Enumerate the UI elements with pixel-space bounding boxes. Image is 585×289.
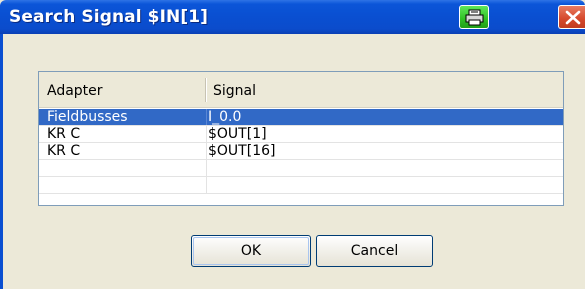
print-button[interactable] [459, 5, 489, 29]
cell-divider [206, 177, 207, 193]
empty-row [39, 160, 563, 177]
cell-adapter: Fieldbusses [47, 109, 128, 125]
column-header-adapter[interactable]: Adapter [47, 72, 103, 107]
cell-adapter: KR C [47, 143, 81, 159]
table-row[interactable]: KR C $OUT[16] [39, 143, 563, 160]
cell-divider [206, 160, 207, 176]
cancel-button[interactable]: Cancel [316, 235, 433, 267]
dialog-title: Search Signal $IN[1] [9, 7, 209, 27]
cell-signal: $OUT[16] [208, 143, 276, 159]
cell-divider [206, 109, 207, 125]
cell-adapter: KR C [47, 126, 81, 142]
cancel-button-label: Cancel [350, 243, 399, 259]
empty-row [39, 177, 563, 194]
cell-signal: I_0.0 [208, 109, 242, 125]
ok-button[interactable]: OK [191, 235, 311, 267]
close-button[interactable] [558, 5, 585, 29]
ok-button-label: OK [240, 243, 262, 259]
column-header-signal[interactable]: Signal [213, 72, 256, 107]
table-row[interactable]: KR C $OUT[1] [39, 126, 563, 143]
title-bar[interactable]: Search Signal $IN[1] [0, 0, 585, 34]
column-divider[interactable] [205, 78, 207, 102]
window-frame [0, 34, 3, 289]
table-row[interactable]: Fieldbusses I_0.0 [39, 109, 563, 126]
cell-divider [206, 143, 207, 159]
signal-table[interactable]: Adapter Signal Fieldbusses I_0.0 KR C $O… [38, 71, 564, 206]
table-header: Adapter Signal [39, 72, 563, 108]
cell-divider [206, 126, 207, 142]
cell-signal: $OUT[1] [208, 126, 267, 142]
search-signal-dialog: Search Signal $IN[1] Adapter Signal Fiel… [0, 0, 585, 289]
